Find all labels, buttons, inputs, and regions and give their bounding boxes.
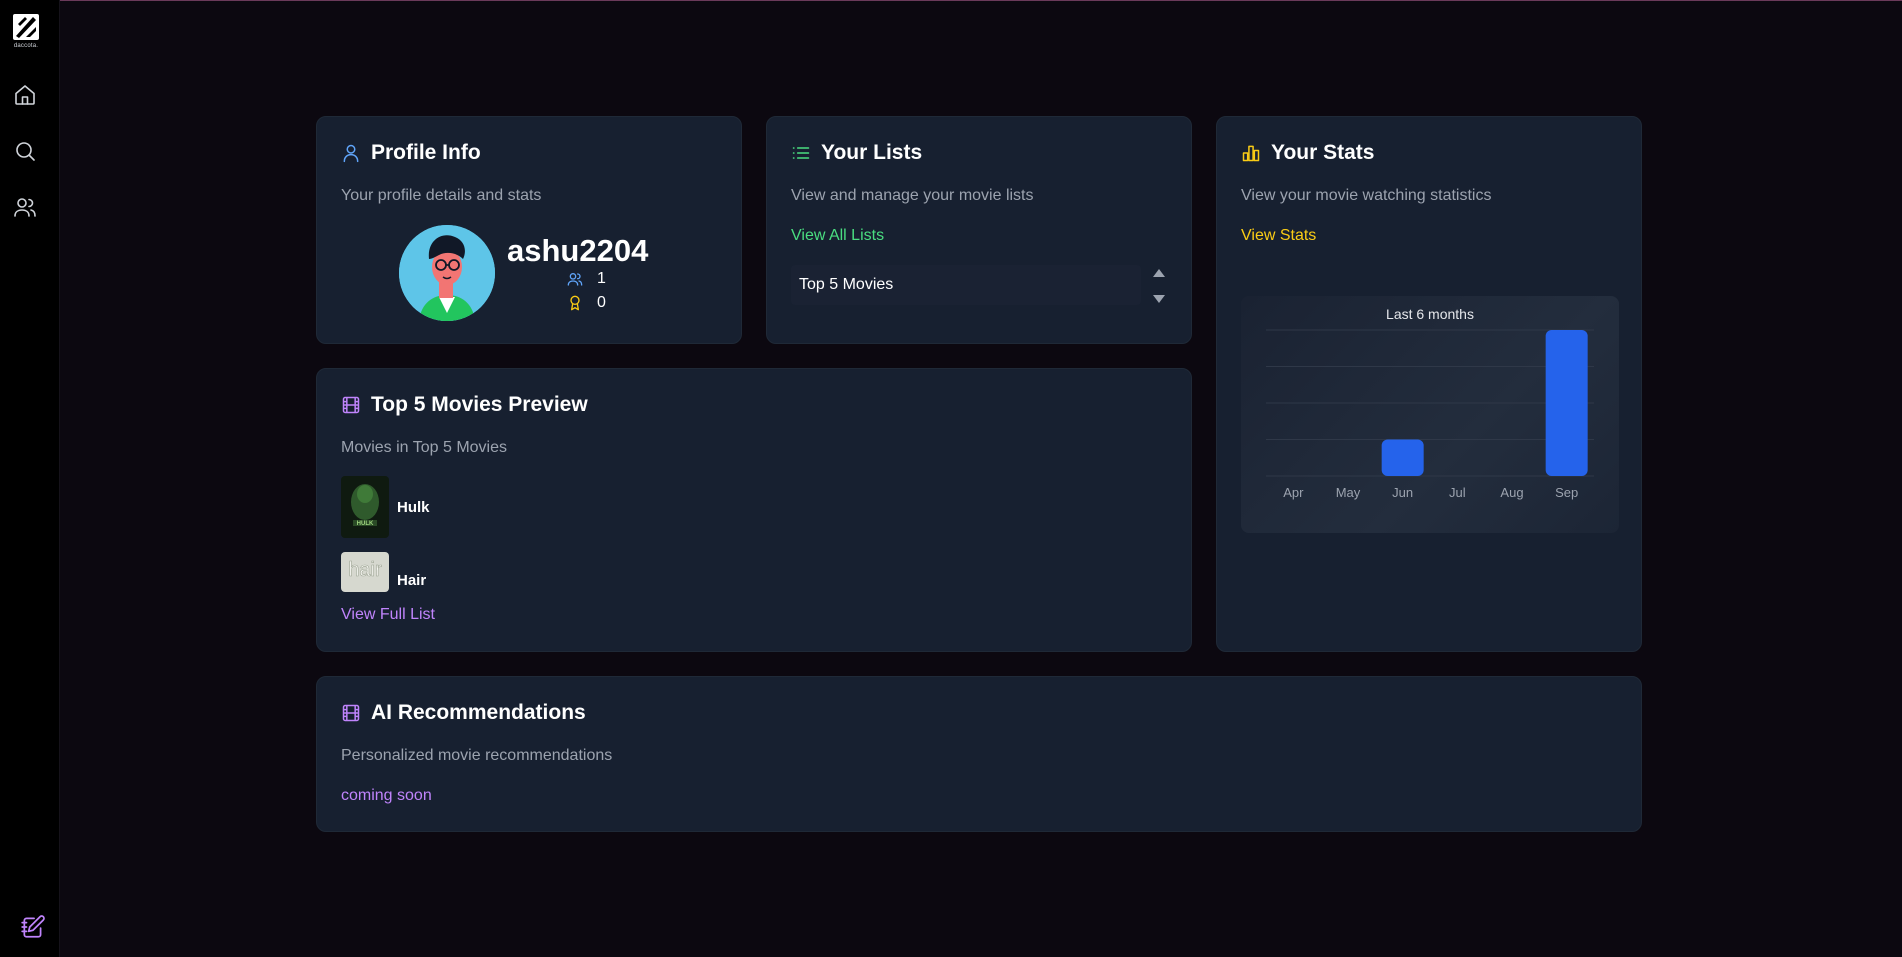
- sidebar-edit-button[interactable]: [20, 914, 46, 940]
- awards-count: 0: [597, 294, 606, 311]
- chart-bar-jun[interactable]: [1381, 439, 1424, 477]
- chart-tick-label: Sep: [1555, 485, 1578, 500]
- list-select[interactable]: Top 5 Movies: [791, 265, 1141, 305]
- edit-notebook-icon: [21, 915, 45, 938]
- movie-poster: hair: [341, 552, 389, 592]
- preview-subtitle: Movies in Top 5 Movies: [341, 439, 507, 456]
- profile-subtitle: Your profile details and stats: [341, 187, 542, 204]
- arrow-down-icon[interactable]: [1153, 295, 1165, 303]
- movie-item-hulk[interactable]: HULK Hulk: [341, 476, 430, 538]
- stats-title: Your Stats: [1271, 141, 1375, 164]
- preview-card-title: Top 5 Movies Preview: [341, 393, 588, 417]
- chart-tick-label: Apr: [1283, 485, 1304, 500]
- users-icon: [567, 273, 583, 286]
- lists-card: Your Lists View and manage your movie li…: [766, 116, 1192, 344]
- movie-title: Hulk: [397, 498, 430, 516]
- username: ashu2204: [507, 233, 649, 268]
- view-stats-link[interactable]: View Stats: [1241, 227, 1316, 245]
- preview-title: Top 5 Movies Preview: [371, 393, 588, 416]
- movie-item-hair[interactable]: hair Hair: [341, 552, 426, 592]
- home-icon: [15, 85, 35, 105]
- film-icon: [342, 396, 360, 414]
- chart-tick-label: Jul: [1449, 485, 1466, 500]
- ai-subtitle: Personalized movie recommendations: [341, 747, 613, 764]
- preview-card: Top 5 Movies Preview Movies in Top 5 Mov…: [316, 368, 1192, 652]
- profile-title: Profile Info: [371, 141, 481, 164]
- app-logo[interactable]: daccota.: [12, 14, 40, 56]
- sidebar: daccota.: [0, 0, 60, 957]
- search-icon: [16, 142, 35, 161]
- lists-subtitle: View and manage your movie lists: [791, 187, 1034, 204]
- profile-card-title: Profile Info: [341, 141, 481, 165]
- sidebar-item-search[interactable]: [12, 138, 38, 164]
- ai-status: coming soon: [341, 787, 432, 804]
- arrow-up-icon[interactable]: [1153, 269, 1165, 277]
- bar-chart-icon: [1242, 145, 1260, 162]
- ai-title: AI Recommendations: [371, 701, 586, 724]
- poster-title-text: HULK: [357, 521, 374, 527]
- awards-stat[interactable]: 0: [567, 294, 606, 312]
- stats-card-title: Your Stats: [1241, 141, 1374, 165]
- lists-card-title: Your Lists: [791, 141, 922, 165]
- movie-title: Hair: [397, 571, 427, 589]
- stats-chart: Last 6 months Apr May Jun Jul Aug Sep: [1241, 296, 1619, 533]
- award-icon: [570, 295, 580, 311]
- chart-tick-label: Jun: [1392, 485, 1413, 500]
- sidebar-item-friends[interactable]: [12, 194, 38, 220]
- stats-subtitle: View your movie watching statistics: [1241, 187, 1492, 204]
- film-icon: [342, 704, 360, 722]
- logo-mark-icon: [13, 14, 39, 40]
- user-icon: [343, 144, 359, 163]
- followers-stat[interactable]: 1: [567, 270, 606, 288]
- list-icon: [792, 147, 810, 159]
- chart-svg: Apr May Jun Jul Aug Sep: [1266, 329, 1594, 500]
- view-all-lists-link[interactable]: View All Lists: [791, 227, 884, 245]
- sidebar-item-home[interactable]: [12, 82, 38, 108]
- stats-card: Your Stats View your movie watching stat…: [1216, 116, 1642, 652]
- chart-bar-sep[interactable]: [1545, 330, 1588, 476]
- users-icon: [14, 198, 36, 217]
- chart-tick-label: Aug: [1500, 485, 1523, 500]
- avatar[interactable]: [399, 225, 495, 321]
- logo-text: daccota.: [13, 43, 39, 49]
- view-full-list-link[interactable]: View Full List: [341, 606, 435, 624]
- followers-count: 1: [597, 270, 606, 287]
- ai-card: AI Recommendations Personalized movie re…: [316, 676, 1642, 832]
- chart-tick-label: May: [1336, 485, 1361, 500]
- profile-card: Profile Info Your profile details and st…: [316, 116, 742, 344]
- list-select-stepper[interactable]: [1152, 269, 1166, 303]
- list-select-value: Top 5 Movies: [799, 276, 894, 293]
- movie-poster: HULK: [341, 476, 389, 538]
- poster-title-text: hair: [348, 559, 382, 581]
- ai-card-title: AI Recommendations: [341, 701, 586, 725]
- lists-title: Your Lists: [821, 141, 923, 164]
